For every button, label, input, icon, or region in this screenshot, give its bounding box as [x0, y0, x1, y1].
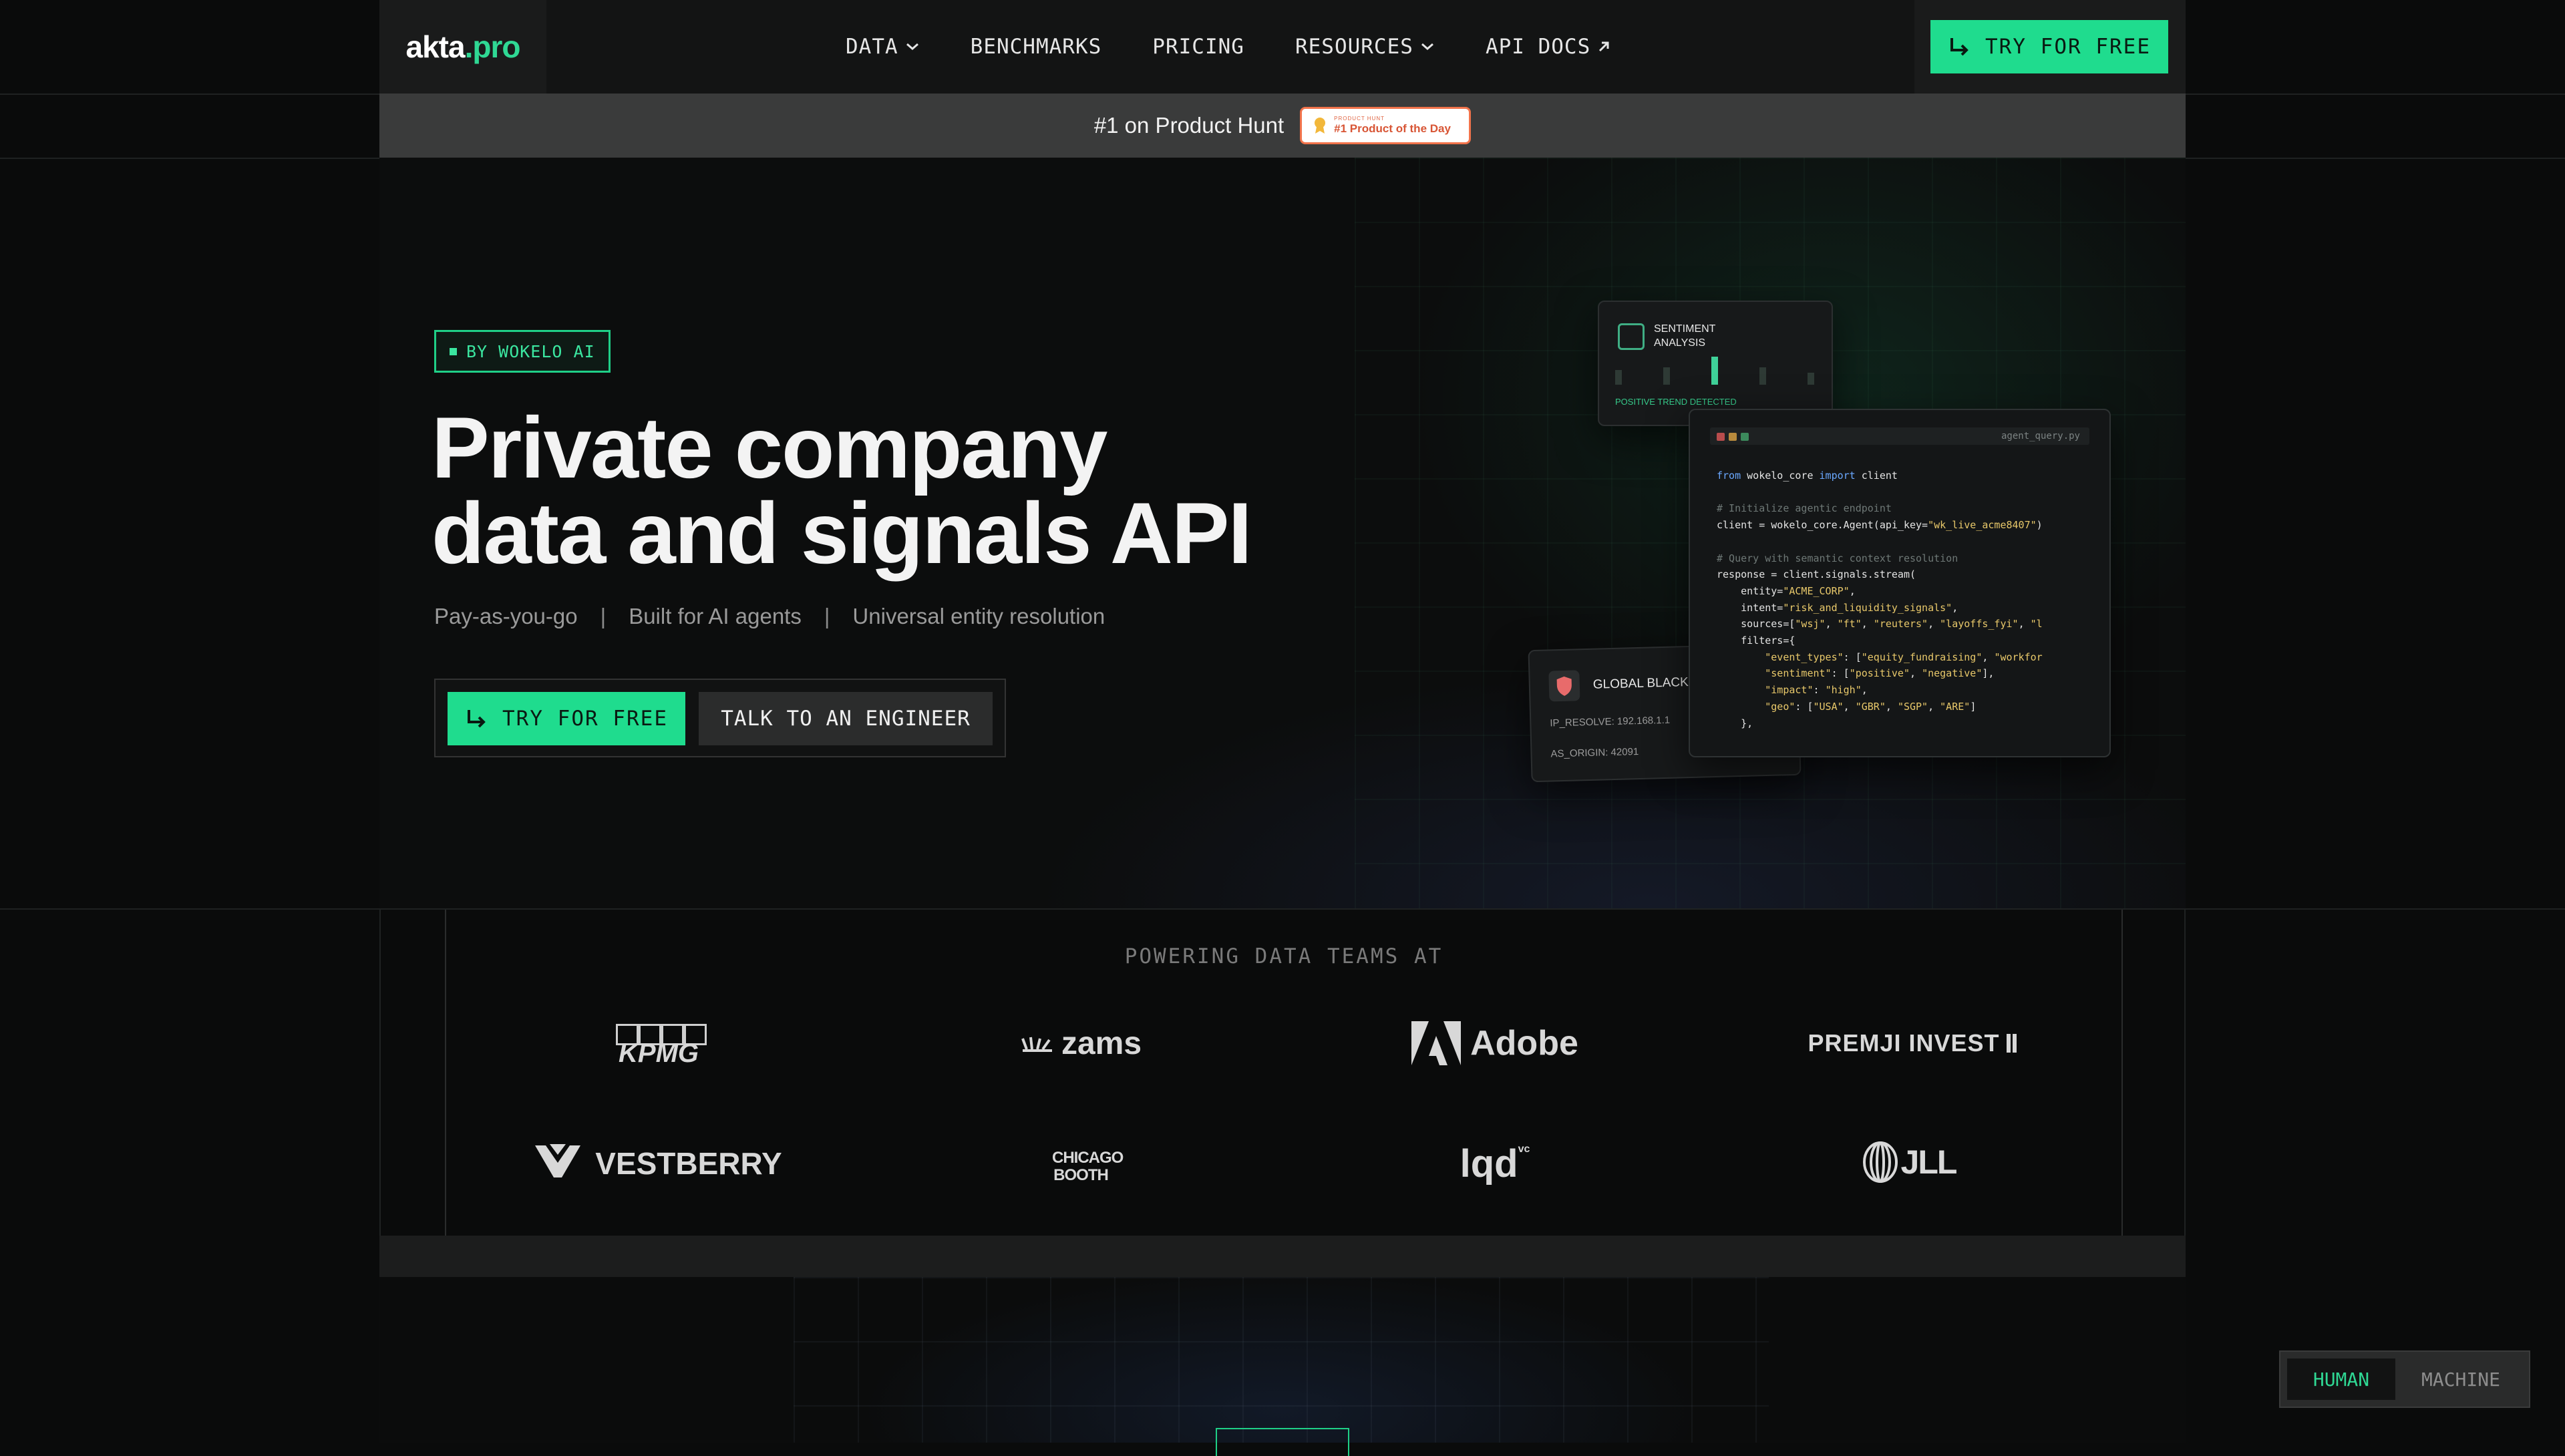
chart-icon	[1618, 323, 1645, 350]
adobe-mark-icon	[1411, 1021, 1462, 1065]
human-toggle-option[interactable]: HUMAN	[2287, 1358, 2395, 1400]
sentiment-bar	[1759, 367, 1766, 385]
jll-logo: JLL	[1842, 1135, 1976, 1189]
sentiment-bar	[1663, 367, 1670, 385]
kpmg-logo: KPMG	[607, 1022, 713, 1068]
window-dot-icon	[1741, 433, 1749, 441]
human-machine-toggle: HUMAN MACHINE	[2279, 1350, 2530, 1408]
nav-item-data[interactable]: DATA	[846, 35, 920, 59]
sentiment-bar	[1808, 373, 1814, 385]
sentiment-footer: POSITIVE TREND DETECTED	[1615, 397, 1737, 407]
talk-to-engineer-button[interactable]: TALK TO AN ENGINEER	[699, 692, 993, 745]
announcement-text: #1 on Product Hunt	[1093, 113, 1285, 138]
feature-item: Built for AI agents	[629, 604, 802, 628]
by-wokelo-tag: BY WOKELO AI	[434, 330, 611, 373]
nav-item-benchmarks[interactable]: BENCHMARKS	[971, 35, 1102, 59]
hero-features: Pay-as-you-go | Built for AI agents | Un…	[434, 604, 1105, 628]
arrow-turn-down-right-icon	[468, 710, 486, 728]
section-divider	[379, 1236, 2186, 1277]
nav-item-api-docs[interactable]: API DOCS	[1486, 35, 1610, 59]
code-block: from wokelo_core import client # Initial…	[1717, 470, 2043, 729]
chevron-down-icon	[1421, 43, 1433, 50]
hero-cta-group: TRY FOR FREE TALK TO AN ENGINEER	[434, 679, 1006, 757]
feature-item: Pay-as-you-go	[434, 604, 578, 628]
announcement-bar: #1 on Product Hunt PRODUCT HUNT #1 Produ…	[379, 94, 2186, 158]
zams-mark-icon	[1021, 1037, 1052, 1052]
code-window-bar: agent_query.py	[1710, 427, 2089, 445]
window-dot-icon	[1729, 433, 1737, 441]
premji-mark-icon	[2006, 1034, 2017, 1053]
chicago-booth-logo: CHICAGO BOOTH	[1052, 1149, 1124, 1184]
shield-icon	[1548, 670, 1580, 702]
background-grid	[794, 1277, 1769, 1443]
zams-logo: zams	[1007, 1023, 1154, 1063]
arrow-turn-down-right-icon	[1950, 38, 1969, 56]
feature-item: Universal entity resolution	[852, 604, 1105, 628]
adobe-logo: Adobe	[1408, 1017, 1582, 1070]
chevron-down-icon	[906, 43, 918, 50]
machine-toggle-option[interactable]: MACHINE	[2398, 1358, 2524, 1400]
try-for-free-hero-button[interactable]: TRY FOR FREE	[448, 692, 685, 745]
logo-link[interactable]: akta.pro	[379, 0, 546, 94]
hero-headline: Private company data and signals API	[432, 399, 1252, 582]
nav-item-resources[interactable]: RESOURCES	[1295, 35, 1435, 59]
next-section-tag	[1216, 1428, 1349, 1456]
window-dot-icon	[1717, 433, 1725, 441]
product-hunt-badge[interactable]: PRODUCT HUNT #1 Product of the Day	[1300, 107, 1472, 144]
premji-invest-logo: PREMJI INVEST	[1802, 1023, 2023, 1063]
nav-menu: DATA BENCHMARKS PRICING RESOURCES API DO…	[846, 0, 1661, 94]
sentiment-bar	[1615, 370, 1622, 385]
code-snippet-card: agent_query.py from wokelo_core import c…	[1689, 409, 2111, 757]
jll-mark-icon	[1862, 1141, 1898, 1183]
vestberry-logo: VESTBERRY	[530, 1137, 784, 1190]
next-section	[379, 1277, 2186, 1443]
vestberry-mark-icon	[535, 1144, 581, 1177]
logo: akta.pro	[405, 29, 521, 64]
lqd-logo: lqd vc	[1460, 1141, 1530, 1186]
sentiment-bar	[1711, 357, 1718, 385]
logos-title: POWERING DATA TEAMS AT	[1124, 944, 1443, 968]
try-for-free-nav-button[interactable]: TRY FOR FREE	[1930, 20, 2168, 73]
sentiment-analysis-card: SENTIMENT ANALYSIS POSITIVE TREND DETECTE…	[1598, 301, 1833, 426]
medal-icon	[1315, 118, 1326, 134]
customer-logos-section: POWERING DATA TEAMS AT KPMG zams Adobe P…	[445, 910, 2123, 1236]
arrow-up-right-icon	[1599, 41, 1609, 52]
nav-item-pricing[interactable]: PRICING	[1152, 35, 1244, 59]
hero-section: BY WOKELO AI Private company data and sig…	[379, 158, 2186, 908]
